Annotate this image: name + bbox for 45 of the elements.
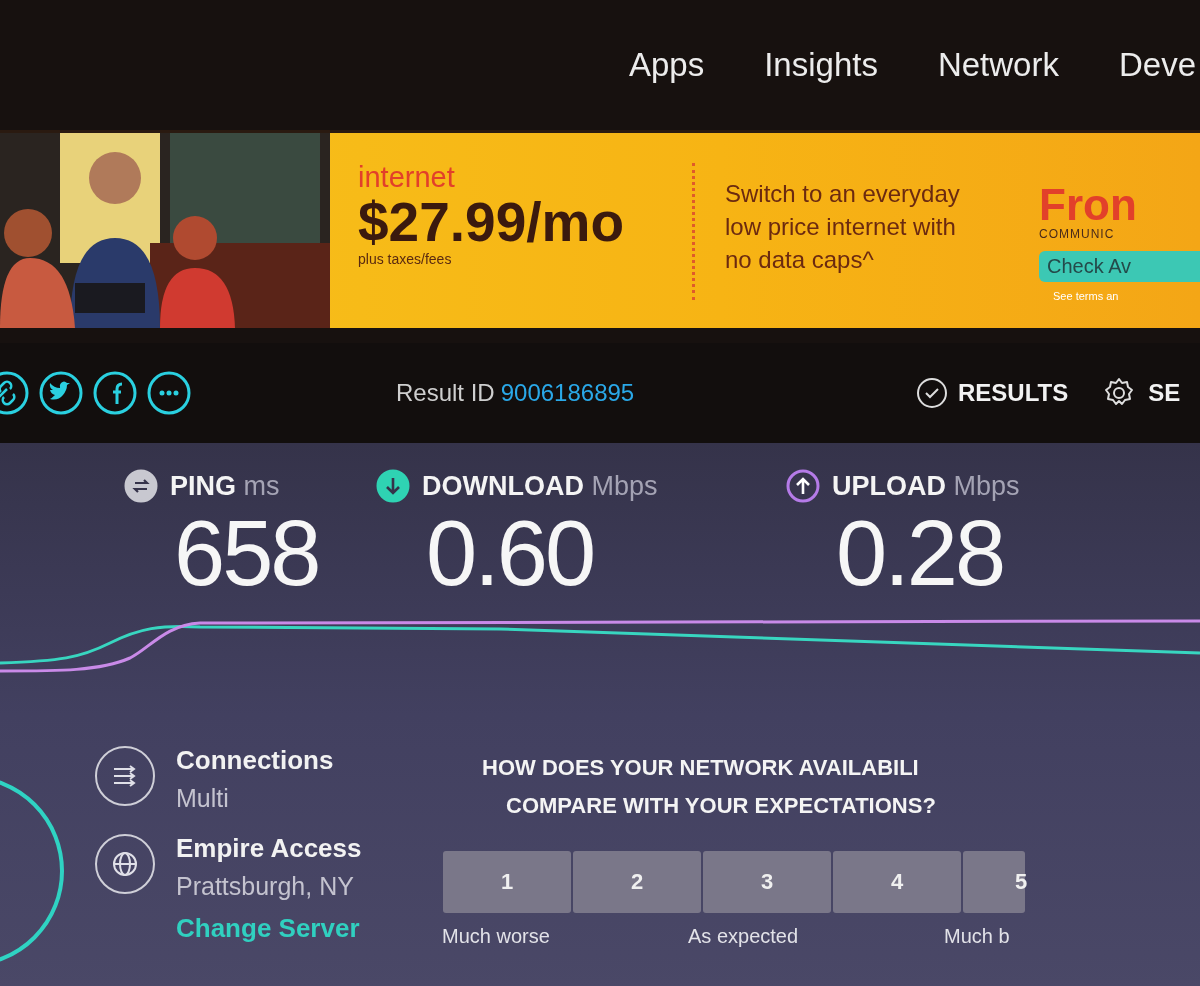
detail-title: Connections <box>176 745 334 776</box>
survey-question: COMPARE WITH YOUR EXPECTATIONS? <box>505 792 937 820</box>
facebook-icon[interactable] <box>92 370 138 416</box>
brand-tagline: COMMUNIC <box>1039 227 1116 241</box>
arrows-icon <box>94 745 156 807</box>
check-availability-button[interactable]: Check Av <box>1039 251 1200 282</box>
brand-logo: Fron <box>1039 185 1138 225</box>
settings-button[interactable]: SE <box>1102 376 1181 410</box>
ad-message: Switch to an everyday low price internet with no data caps^ <box>724 179 961 275</box>
upload-icon <box>786 469 820 503</box>
ad-banner[interactable]: internet $27.99/mo plus taxes/fees Switch to an everyday low price internet with no data caps^ Fron COMMUNIC Check Av See terms an <box>0 130 1200 328</box>
nav-link[interactable]: Deve <box>1118 46 1196 84</box>
detail-value: Prattsburgh, NY <box>176 872 355 901</box>
ad-fine-print: plus taxes/fees <box>358 251 453 267</box>
metric-label: PING ms <box>170 470 280 502</box>
metric-label: UPLOAD Mbps <box>832 470 1020 502</box>
globe-icon <box>94 833 156 895</box>
metric-label: DOWNLOAD Mbps <box>422 470 658 502</box>
ping-icon <box>124 469 158 503</box>
nav-link[interactable]: Insights <box>764 46 878 84</box>
rating-option[interactable]: 1 <box>443 851 571 913</box>
rating-option[interactable]: 4 <box>833 851 961 913</box>
scale-label: Much b <box>944 925 1011 948</box>
rating-option[interactable]: 2 <box>573 851 701 913</box>
metric-value: 0.60 <box>425 503 595 603</box>
scale-label: As expected <box>688 925 800 948</box>
scale-label: Much worse <box>442 925 551 948</box>
ad-kicker: internet <box>358 161 456 193</box>
rating-option[interactable]: 3 <box>703 851 831 913</box>
check-icon <box>916 377 948 409</box>
download-icon <box>376 469 410 503</box>
survey-question: HOW DOES YOUR NETWORK AVAILABILI <box>482 754 920 782</box>
detail-title: Empire Access <box>176 833 362 864</box>
ad-price: $27.99/mo <box>358 193 625 251</box>
result-id: Result ID 9006186895 <box>396 379 636 407</box>
nav-link[interactable]: Apps <box>628 46 705 84</box>
metric-value: 0.28 <box>835 503 1005 603</box>
results-button[interactable]: RESULTS <box>916 377 1069 409</box>
nav-link[interactable]: Network <box>937 46 1059 84</box>
detail-value: Multi <box>176 784 230 813</box>
metric-value: 658 <box>173 503 320 603</box>
rating-option[interactable]: 5 <box>963 851 1025 913</box>
more-icon[interactable] <box>146 370 192 416</box>
bird-icon[interactable] <box>38 370 84 416</box>
change-server-link[interactable]: Change Server <box>176 913 362 944</box>
